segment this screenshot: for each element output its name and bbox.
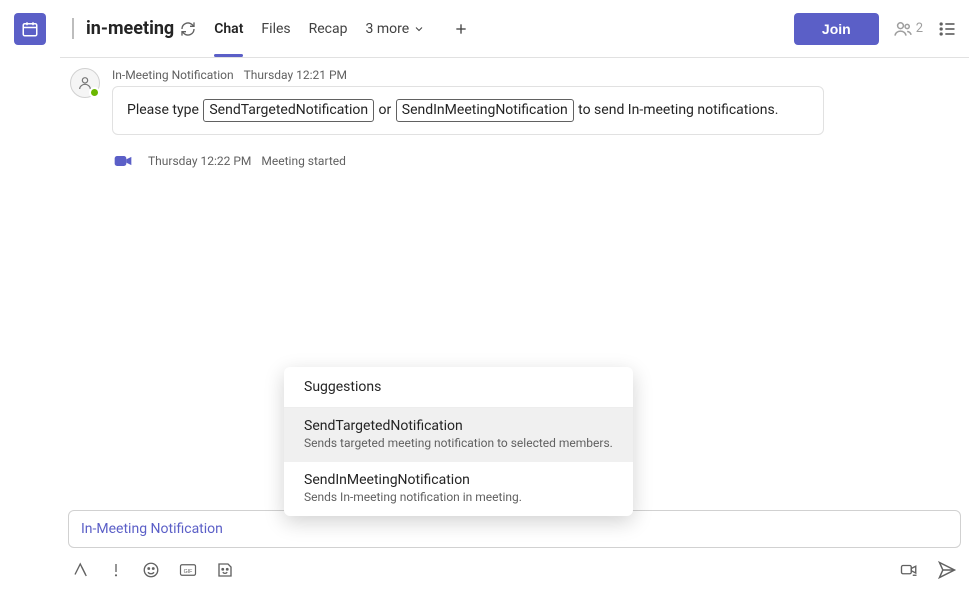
participants-button[interactable]: 2 xyxy=(893,19,923,39)
send-icon[interactable] xyxy=(937,560,957,580)
calendar-app-icon[interactable] xyxy=(14,13,46,45)
video-icon xyxy=(108,151,138,171)
meeting-title: in-meeting xyxy=(86,18,174,39)
join-button[interactable]: Join xyxy=(794,13,879,45)
format-icon[interactable] xyxy=(72,561,90,579)
suggestions-header: Suggestions xyxy=(284,367,633,408)
presence-available-icon xyxy=(89,87,100,98)
message-timestamp: Thursday 12:21 PM xyxy=(244,68,347,82)
emoji-icon[interactable] xyxy=(142,561,160,579)
priority-icon[interactable] xyxy=(108,561,124,579)
suggestion-desc: Sends targeted meeting notification to s… xyxy=(304,436,613,450)
message-text-prefix: Please type xyxy=(127,102,202,118)
tab-more[interactable]: 3 more xyxy=(365,13,425,45)
tab-recap[interactable]: Recap xyxy=(309,13,348,45)
chevron-down-icon xyxy=(413,23,425,35)
svg-text:GIF: GIF xyxy=(184,569,193,575)
message-card: Please type SendTargetedNotification or … xyxy=(112,86,824,135)
tab-chat[interactable]: Chat xyxy=(214,13,243,45)
message-sender: In-Meeting Notification xyxy=(112,68,234,82)
add-tab-button[interactable] xyxy=(453,21,469,37)
suggestion-title: SendInMeetingNotification xyxy=(304,472,613,488)
bot-avatar xyxy=(70,68,100,98)
message-text-mid: or xyxy=(375,102,395,118)
suggestions-popover: Suggestions SendTargetedNotification Sen… xyxy=(284,367,633,516)
participant-count: 2 xyxy=(916,21,923,36)
compose-input-text: In-Meeting Notification xyxy=(81,521,223,537)
people-icon xyxy=(893,19,913,39)
compose-toolbar: GIF xyxy=(68,560,961,580)
command-chip-2: SendInMeetingNotification xyxy=(396,99,574,122)
suggestion-title: SendTargetedNotification xyxy=(304,418,613,434)
chat-header: in-meeting Chat Files Recap 3 more Join … xyxy=(60,0,969,58)
suggestion-desc: Sends In-meeting notification in meeting… xyxy=(304,490,613,504)
event-timestamp: Thursday 12:22 PM xyxy=(148,154,251,168)
message-text-suffix: to send In-meeting notifications. xyxy=(575,102,779,118)
video-clip-icon[interactable] xyxy=(899,561,919,579)
recurring-icon xyxy=(180,21,196,37)
details-pane-button[interactable] xyxy=(937,19,957,39)
tab-files[interactable]: Files xyxy=(261,13,290,45)
command-chip-1: SendTargetedNotification xyxy=(203,99,374,122)
gif-icon[interactable]: GIF xyxy=(178,561,198,579)
event-label: Meeting started xyxy=(261,154,345,168)
suggestion-item[interactable]: SendTargetedNotification Sends targeted … xyxy=(284,408,633,462)
tab-more-label: 3 more xyxy=(365,21,409,37)
suggestion-item[interactable]: SendInMeetingNotification Sends In-meeti… xyxy=(284,462,633,516)
sticker-icon[interactable] xyxy=(216,561,234,579)
